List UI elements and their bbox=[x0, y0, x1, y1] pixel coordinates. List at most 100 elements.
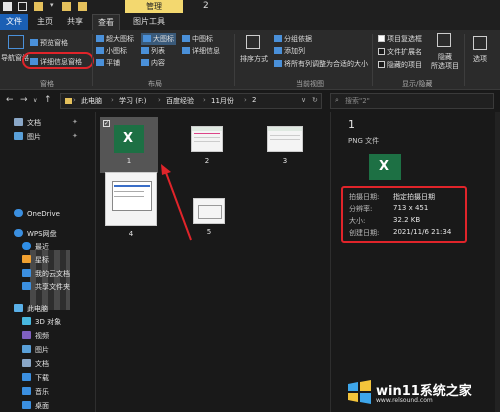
download-icon bbox=[22, 373, 31, 381]
address-dropdown-icon[interactable]: ∨ bbox=[301, 96, 306, 104]
star-icon bbox=[22, 255, 31, 263]
search-box[interactable]: ⌕ 搜索"2" bbox=[330, 93, 494, 109]
recent-locations-icon[interactable]: ∨ bbox=[33, 97, 37, 104]
sidebar-item-music[interactable]: 音乐 bbox=[22, 387, 49, 397]
details-file-type: PNG 文件 bbox=[348, 137, 380, 145]
separator bbox=[92, 34, 93, 86]
hide-selected-button-line2[interactable]: 所选项目 bbox=[431, 61, 459, 71]
sidebar-item-videos[interactable]: 视频 bbox=[22, 331, 49, 341]
layout-content[interactable]: 内容 bbox=[141, 58, 165, 68]
layout-small-icons[interactable]: 小图标 bbox=[96, 46, 127, 56]
file-item-4[interactable]: 4 bbox=[103, 172, 159, 240]
video-icon bbox=[22, 331, 31, 339]
sidebar-item-pictures[interactable]: 图片 bbox=[14, 132, 41, 142]
layout-large-icons[interactable]: 大图标 bbox=[141, 33, 176, 45]
sidebar-item-my-cloud-docs[interactable]: 我的云文档 bbox=[22, 269, 70, 279]
fit-columns-button[interactable]: 将所有列调整为合适的大小 bbox=[274, 59, 368, 69]
address-bar[interactable]: › 此电脑 › 学习 (F:) › 百度经验 › 11月份 › 2 ∨ ↻ bbox=[60, 93, 322, 109]
layout-details[interactable]: 详细信息 bbox=[182, 46, 220, 56]
file-item-1[interactable]: ✓ X 1 bbox=[100, 117, 158, 173]
checkbox-unchecked-icon bbox=[378, 48, 385, 55]
computer-icon bbox=[14, 304, 23, 312]
breadcrumb-separator: › bbox=[244, 96, 247, 104]
back-arrow-icon[interactable]: ← bbox=[6, 95, 14, 105]
preview-pane-button[interactable]: 预览窗格 bbox=[30, 38, 68, 48]
file-name: 1 bbox=[126, 157, 132, 165]
tab-file[interactable]: 文件 bbox=[0, 14, 28, 30]
sidebar-item-shared-folder[interactable]: 共享文件夹 bbox=[22, 282, 70, 292]
separator bbox=[234, 34, 235, 86]
details-pane: 1 PNG 文件 X 拍摄日期: 指定拍摄日期 分辨率: 713 x 451 大… bbox=[330, 112, 500, 412]
search-icon: ⌕ bbox=[335, 96, 339, 104]
ribbon: 导航窗格 预览窗格 详细信息窗格 窗格 超大图标 大图标 中图标 小图标 列表 … bbox=[0, 30, 500, 90]
item-checkboxes-toggle[interactable]: 项目复选框 bbox=[378, 34, 422, 44]
hidden-items-toggle[interactable]: 隐藏的项目 bbox=[378, 60, 422, 70]
music-icon bbox=[22, 387, 31, 395]
sidebar-item-downloads[interactable]: 下载 bbox=[22, 373, 49, 383]
excel-icon: X bbox=[369, 154, 401, 180]
sidebar-item-wps[interactable]: WPS网盘 bbox=[14, 229, 57, 239]
spreadsheet-thumbnail bbox=[191, 126, 223, 152]
add-column-icon bbox=[274, 47, 282, 54]
tab-share[interactable]: 共享 bbox=[62, 14, 88, 30]
pin-icon[interactable]: ✦ bbox=[72, 132, 78, 140]
tab-view[interactable]: 查看 bbox=[92, 14, 120, 30]
item-checkbox-icon[interactable]: ✓ bbox=[103, 120, 110, 127]
sidebar-item-desktop[interactable]: 桌面 bbox=[22, 401, 49, 411]
breadcrumb-this-pc[interactable]: 此电脑 bbox=[81, 96, 102, 106]
sidebar-item-this-pc[interactable]: 此电脑 bbox=[14, 304, 48, 314]
window-title: 2 bbox=[203, 1, 209, 11]
scrollbar[interactable] bbox=[495, 112, 500, 412]
sidebar-item-3d-objects[interactable]: 3D 对象 bbox=[22, 317, 61, 327]
date-taken-value[interactable]: 指定拍摄日期 bbox=[393, 192, 435, 202]
new-folder-icon[interactable] bbox=[34, 2, 43, 11]
layout-list[interactable]: 列表 bbox=[141, 46, 165, 56]
sidebar-item-documents[interactable]: 文档 bbox=[14, 118, 41, 128]
breadcrumb-drive[interactable]: 学习 (F:) bbox=[119, 96, 147, 106]
sidebar-item-recent[interactable]: 最近 bbox=[22, 242, 49, 252]
spreadsheet-thumbnail bbox=[267, 126, 303, 152]
refresh-icon[interactable]: ↻ bbox=[312, 96, 318, 104]
file-name: 3 bbox=[282, 157, 288, 165]
up-arrow-icon[interactable]: ↑ bbox=[44, 95, 52, 105]
breadcrumb-november[interactable]: 11月份 bbox=[211, 96, 234, 106]
manage-context-tab[interactable]: 管理 bbox=[125, 0, 183, 13]
pictures-icon bbox=[14, 132, 23, 140]
layout-extra-large-icons[interactable]: 超大图标 bbox=[96, 34, 134, 44]
layout-tiles[interactable]: 平铺 bbox=[96, 58, 120, 68]
quick-access-dropdown-icon[interactable]: ▾ bbox=[50, 1, 54, 10]
layout-group-label: 布局 bbox=[148, 80, 162, 88]
wps-cloud-icon bbox=[14, 229, 23, 237]
layout-medium-icons[interactable]: 中图标 bbox=[182, 34, 213, 44]
list-icon bbox=[141, 47, 149, 54]
breadcrumb-baidu[interactable]: 百度经验 bbox=[166, 96, 194, 106]
small-icons-icon bbox=[96, 47, 104, 54]
preview-pane-icon bbox=[30, 39, 38, 46]
breadcrumb-current[interactable]: 2 bbox=[252, 96, 256, 104]
sidebar-item-starred[interactable]: 星标 bbox=[22, 255, 49, 265]
options-button[interactable]: 选项 bbox=[473, 54, 487, 64]
sidebar-item-pictures-pc[interactable]: 图片 bbox=[22, 345, 49, 355]
separator bbox=[372, 34, 373, 86]
dialog-thumbnail bbox=[105, 172, 157, 226]
sidebar-item-documents-pc[interactable]: 文档 bbox=[22, 359, 49, 369]
sidebar-item-onedrive[interactable]: OneDrive bbox=[14, 209, 60, 218]
folder-icon bbox=[78, 2, 87, 11]
cloud-docs-icon bbox=[22, 269, 31, 277]
file-item-3[interactable]: 3 bbox=[257, 126, 313, 170]
desktop-icon bbox=[22, 401, 31, 409]
properties-icon[interactable] bbox=[18, 2, 27, 11]
tab-picture-tools[interactable]: 图片工具 bbox=[126, 14, 172, 30]
pin-icon[interactable]: ✦ bbox=[72, 118, 78, 126]
navigation-pane-icon[interactable] bbox=[8, 35, 24, 49]
file-extensions-toggle[interactable]: 文件扩展名 bbox=[378, 47, 422, 57]
ribbon-tab-bar: 文件 主页 共享 查看 图片工具 bbox=[0, 14, 500, 30]
forward-arrow-icon[interactable]: → bbox=[20, 95, 28, 105]
show-hide-group-label: 显示/隐藏 bbox=[402, 80, 433, 88]
current-view-group-label: 当前视图 bbox=[296, 80, 324, 88]
add-column-button[interactable]: 添加列 bbox=[274, 46, 305, 56]
tab-home[interactable]: 主页 bbox=[32, 14, 58, 30]
details-icon bbox=[182, 47, 190, 54]
sort-by-button[interactable]: 排序方式 bbox=[240, 54, 268, 64]
group-by-button[interactable]: 分组依据 bbox=[274, 34, 312, 44]
